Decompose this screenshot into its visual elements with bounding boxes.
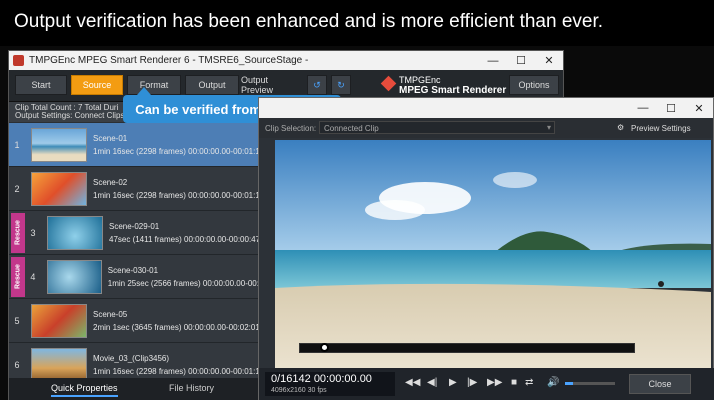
tab-file-history[interactable]: File History — [169, 383, 214, 393]
logo-brand: TMPGEnc — [399, 75, 441, 85]
output-preview-window: — ☐ ✕ Clip Selection: Connected Clip ▾ ⚙… — [258, 97, 714, 400]
clip-info: 1min 16sec (2298 frames) 00:00:00.00-00:… — [93, 146, 271, 156]
clip-name: Scene-030-01 — [107, 265, 159, 275]
clip-number: 4 — [30, 271, 36, 282]
clip-info: 1min 25sec (2566 frames) 00:00:00.00-00:… — [107, 278, 279, 288]
preview-options-bar: Clip Selection: Connected Clip ▾ ⚙ Previ… — [259, 118, 713, 138]
preview-settings-button[interactable]: Preview Settings — [631, 124, 691, 133]
logo-product: MPEG Smart Renderer 6 — [399, 85, 515, 96]
clip-row[interactable]: 5 Scene-05 2min 1sec (3645 frames) 00:00:… — [9, 299, 279, 343]
clip-row[interactable]: Rescue 3 Scene-029-01 47sec (1411 frames)… — [9, 211, 279, 255]
clip-selection-label: Clip Selection: — [265, 124, 317, 133]
clip-list: 1 Scene-01 1min 16sec (2298 frames) 00:00… — [9, 123, 279, 378]
clip-thumbnail — [46, 259, 102, 294]
options-button[interactable]: Options — [509, 75, 559, 95]
app-icon — [13, 55, 24, 66]
main-titlebar: TMPGEnc MPEG Smart Renderer 6 - TMSRE6_S… — [9, 51, 563, 70]
redo-icon[interactable]: ↻ — [331, 75, 351, 95]
clip-name: Scene-05 — [93, 309, 128, 319]
close-icon[interactable]: ✕ — [685, 102, 713, 115]
close-icon[interactable]: ✕ — [535, 54, 563, 67]
loop-icon[interactable]: ⇄ — [525, 377, 533, 388]
clip-name: Scene-02 — [93, 177, 128, 187]
rescue-badge: Rescue — [11, 212, 25, 253]
clip-thumbnail — [31, 303, 87, 338]
clip-thumbnail — [31, 171, 87, 206]
gear-icon[interactable]: ⚙ — [617, 123, 624, 132]
product-logo: TMPGEnc MPEG Smart Renderer 6 — [380, 75, 515, 96]
screenshot-root: Output verification has been enhanced an… — [0, 0, 714, 400]
rescue-badge: Rescue — [11, 256, 25, 297]
clip-info: 47sec (1411 frames) 00:00:00.00-00:00:47… — [109, 234, 263, 244]
output-settings-label: Output Settings: — [15, 111, 73, 120]
clip-number: 5 — [14, 315, 20, 326]
bottom-tab-bar: Quick Properties File History — [9, 378, 279, 400]
close-button[interactable]: Close — [629, 374, 691, 394]
step-back-icon[interactable]: ◀| — [427, 377, 437, 388]
clip-thumbnail — [31, 347, 87, 378]
maximize-icon[interactable]: ☐ — [657, 102, 685, 115]
clip-row[interactable]: 1 Scene-01 1min 16sec (2298 frames) 00:00… — [9, 123, 279, 167]
window-title: TMPGEnc MPEG Smart Renderer 6 - TMSRE6_S… — [29, 55, 309, 66]
clip-number: 2 — [14, 183, 20, 194]
connect-clips-value: Connect Clips — [74, 111, 125, 120]
maximize-icon[interactable]: ☐ — [507, 54, 535, 67]
seek-handle[interactable] — [320, 343, 329, 352]
logo-mark-icon — [380, 75, 397, 92]
playback-controls: 0/16142 00:00:00.00 4096x2160 30 fps ◀◀ … — [259, 368, 714, 400]
source-stage-button[interactable]: Source — [71, 75, 123, 95]
clip-name: Movie_03_(Clip3456) — [93, 353, 170, 363]
preview-titlebar: — ☐ ✕ — [259, 98, 713, 118]
step-forward-icon[interactable]: |▶ — [467, 377, 477, 388]
fast-forward-icon[interactable]: ▶▶ — [487, 377, 502, 388]
output-preview-button[interactable]: Output Preview — [241, 75, 299, 95]
clip-number: 3 — [30, 227, 36, 238]
seek-bar[interactable] — [299, 343, 635, 353]
output-stage-button[interactable]: Output — [185, 75, 239, 95]
volume-slider[interactable] — [565, 382, 615, 385]
rewind-icon[interactable]: ◀◀ — [405, 377, 420, 388]
clip-name: Scene-01 — [93, 133, 128, 143]
chevron-down-icon: ▾ — [547, 123, 552, 132]
clip-thumbnail — [31, 127, 87, 162]
clip-thumbnail — [47, 215, 103, 250]
timecode-value: 0/16142 00:00:00.00 — [271, 373, 372, 385]
clip-row[interactable]: 6 Movie_03_(Clip3456) 1min 16sec (2298 fr… — [9, 343, 279, 378]
resolution-value: 4096x2160 30 fps — [271, 387, 327, 394]
clip-info: 1min 16sec (2298 frames) 00:00:00.00-00:… — [93, 366, 271, 376]
timecode-display: 0/16142 00:00:00.00 4096x2160 30 fps — [265, 372, 395, 396]
undo-icon[interactable]: ↺ — [307, 75, 327, 95]
tab-quick-properties[interactable]: Quick Properties — [51, 383, 118, 397]
clip-info: 1min 16sec (2298 frames) 00:00:00.00-00:… — [93, 190, 271, 200]
clip-row[interactable]: Rescue 4 Scene-030-01 1min 25sec (2566 fr… — [9, 255, 279, 299]
clip-number: 1 — [14, 139, 20, 150]
minimize-icon[interactable]: — — [479, 55, 507, 67]
clip-row[interactable]: 2 Scene-02 1min 16sec (2298 frames) 00:00… — [9, 167, 279, 211]
clip-name: Scene-029-01 — [109, 221, 160, 231]
clip-number: 6 — [14, 359, 20, 370]
stop-icon[interactable]: ■ — [511, 377, 517, 388]
start-stage-button[interactable]: Start — [15, 75, 67, 95]
clip-info: 2min 1sec (3645 frames) 00:00:00.00-00:0… — [93, 322, 271, 332]
format-stage-button[interactable]: Format — [127, 75, 181, 95]
clip-selection-dropdown[interactable]: Connected Clip — [319, 121, 555, 134]
headline-banner: Output verification has been enhanced an… — [0, 0, 714, 46]
play-icon[interactable]: ▶ — [449, 377, 457, 388]
volume-icon[interactable]: 🔊 — [547, 377, 559, 388]
minimize-icon[interactable]: — — [629, 102, 657, 114]
